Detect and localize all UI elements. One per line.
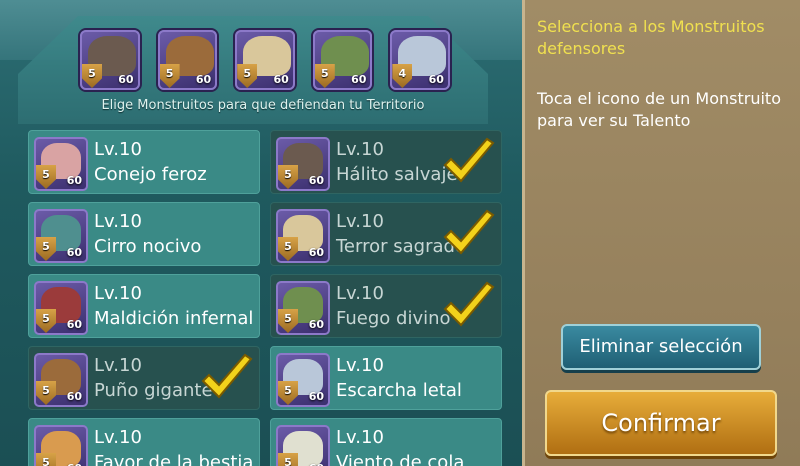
monster-name: Conejo feroz (94, 164, 207, 185)
monster-level: Lv.10 (94, 427, 142, 448)
tier-shield-icon: 5 (36, 237, 56, 261)
monster-count: 60 (273, 73, 289, 86)
checkmark-icon (441, 209, 497, 259)
defender-slot[interactable]: 5 60 (312, 30, 373, 90)
monster-level: Lv.10 (336, 139, 384, 160)
monster-thumbnail[interactable]: 5 60 (276, 209, 330, 263)
info-title: Selecciona a los Monstruitos defensores (537, 17, 765, 58)
defender-selection-screen: 5 60 5 60 5 60 5 60 4 60 Elige Monstruitos para q… (0, 0, 800, 466)
monster-name: Hálito salvaje (336, 164, 458, 185)
confirm-button[interactable]: Confirmar (545, 390, 777, 456)
monster-name: Escarcha letal (336, 380, 462, 401)
monster-card[interactable]: 5 60 Lv.10 Cirro nocivo (28, 202, 260, 266)
tier-shield-icon: 4 (392, 64, 413, 88)
monster-card[interactable]: 5 60 Lv.10 Conejo feroz (28, 130, 260, 194)
monster-thumbnail[interactable]: 5 60 (34, 137, 88, 191)
defender-slot[interactable]: 4 60 (390, 30, 450, 90)
monster-level: Lv.10 (336, 211, 384, 232)
monster-card[interactable]: 5 60 Lv.10 Fuego divino (270, 274, 502, 338)
info-hint: Toca el icono de un Monstruito para ver … (537, 89, 781, 130)
monster-name: Favor de la bestia (94, 452, 254, 466)
monster-thumbnail[interactable]: 5 60 (276, 425, 330, 466)
monster-name: Cirro nocivo (94, 236, 202, 257)
tier-shield-icon: 5 (278, 237, 298, 261)
monster-card[interactable]: 5 60 Lv.10 Puño gigante (28, 346, 260, 410)
defender-slot[interactable]: 5 60 (235, 30, 295, 90)
monster-count: 60 (308, 318, 324, 331)
monster-count: 60 (195, 73, 212, 86)
monster-count: 60 (428, 73, 444, 86)
checkmark-icon (441, 281, 497, 331)
monster-level: Lv.10 (94, 355, 142, 376)
monster-count: 60 (66, 318, 82, 331)
tier-shield-icon: 5 (278, 381, 298, 405)
tier-shield-icon: 5 (278, 309, 298, 333)
defender-slot[interactable]: 5 60 (80, 30, 140, 90)
tier-shield-icon: 5 (314, 64, 335, 88)
monster-thumbnail[interactable]: 5 60 (276, 137, 330, 191)
monster-count: 60 (66, 390, 82, 403)
monster-name: Fuego divino (336, 308, 451, 329)
selected-defenders-row: 5 60 5 60 5 60 5 60 4 60 (80, 30, 450, 90)
monster-thumbnail[interactable]: 5 60 (34, 425, 88, 466)
tier-shield-icon: 5 (36, 309, 56, 333)
monster-count: 60 (308, 246, 324, 259)
tier-shield-icon: 5 (36, 165, 56, 189)
monster-card[interactable]: 5 60 Lv.10 Escarcha letal (270, 346, 502, 410)
tier-shield-icon: 5 (278, 453, 298, 466)
monster-card[interactable]: 5 60 Lv.10 Viento de cola (270, 418, 502, 466)
info-panel: Selecciona a los Monstruitos defensores … (522, 0, 800, 466)
checkmark-icon (199, 353, 255, 403)
monster-card[interactable]: 5 60 Lv.10 Hálito salvaje (270, 130, 502, 194)
monster-level: Lv.10 (94, 211, 142, 232)
monster-count: 60 (308, 174, 324, 187)
tier-shield-icon: 5 (278, 165, 298, 189)
monster-count: 60 (351, 73, 367, 86)
checkmark-icon (441, 137, 497, 187)
monster-count: 60 (67, 462, 82, 466)
monster-level: Lv.10 (336, 427, 384, 448)
monster-level: Lv.10 (94, 283, 142, 304)
monster-name: Viento de cola (336, 452, 465, 466)
monster-list-panel: 5 60 5 60 5 60 5 60 4 60 Elige Monstruitos para q… (0, 0, 522, 466)
tier-shield-icon: 5 (36, 453, 56, 466)
monster-level: Lv.10 (336, 355, 384, 376)
monster-thumbnail[interactable]: 5 60 (276, 281, 330, 335)
monster-thumbnail[interactable]: 5 60 (34, 353, 88, 407)
monster-card[interactable]: 5 60 Lv.10 Maldición infernal (28, 274, 260, 338)
monster-card[interactable]: 5 60 Lv.10 Terror sagrado (270, 202, 502, 266)
monster-thumbnail[interactable]: 5 60 (34, 209, 88, 263)
tier-shield-icon: 5 (159, 64, 180, 88)
tier-shield-icon: 5 (36, 381, 56, 405)
clear-selection-button[interactable]: Eliminar selección (561, 324, 761, 370)
monster-thumbnail[interactable]: 5 60 (276, 353, 330, 407)
defender-subtitle: Elige Monstruitos para que defiendan tu … (101, 98, 425, 113)
monster-count: 60 (66, 246, 82, 259)
monster-level: Lv.10 (94, 139, 142, 160)
monster-count: 60 (309, 462, 324, 466)
monster-name: Puño gigante (94, 380, 213, 401)
monster-count: 60 (118, 73, 134, 86)
tier-shield-icon: 5 (237, 64, 258, 88)
monster-level: Lv.10 (336, 283, 384, 304)
tier-shield-icon: 5 (82, 64, 102, 88)
monster-thumbnail[interactable]: 5 60 (34, 281, 88, 335)
monster-name: Maldición infernal (94, 308, 254, 329)
monster-card[interactable]: 5 60 Lv.10 Favor de la bestia (28, 418, 260, 466)
monster-count: 60 (308, 390, 324, 403)
defender-slot[interactable]: 5 60 (157, 30, 218, 90)
monster-count: 60 (66, 174, 82, 187)
